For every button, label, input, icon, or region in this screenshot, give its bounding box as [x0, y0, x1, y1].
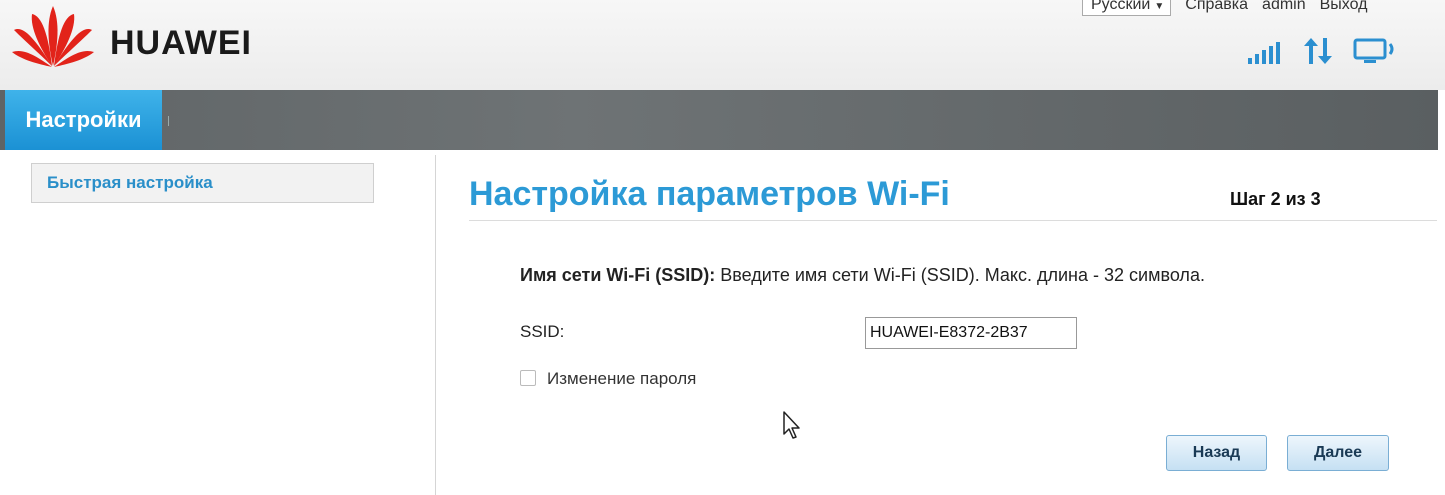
top-links: Русский ▼ Справка admin Выход — [1082, 0, 1368, 16]
title-divider — [469, 220, 1437, 221]
back-button[interactable]: Назад — [1166, 435, 1267, 471]
signal-strength-icon — [1248, 42, 1280, 64]
next-button[interactable]: Далее — [1287, 435, 1389, 471]
change-password-label[interactable]: Изменение пароля — [547, 369, 696, 389]
language-value: Русский — [1091, 0, 1151, 13]
brand-name: HUAWEI — [110, 24, 252, 62]
ssid-description-text: Введите имя сети Wi-Fi (SSID). Макс. дли… — [715, 265, 1205, 285]
ssid-label: SSID: — [520, 322, 565, 341]
mouse-cursor-icon — [783, 411, 800, 439]
logout-link[interactable]: Выход — [1320, 0, 1368, 14]
nav-separator — [168, 116, 169, 126]
ssid-description: Имя сети Wi-Fi (SSID): Введите имя сети … — [520, 265, 1205, 286]
tab-settings[interactable]: Настройки — [5, 90, 162, 150]
user-name: admin — [1262, 0, 1306, 13]
huawei-logo — [12, 4, 98, 75]
help-link[interactable]: Справка — [1185, 0, 1248, 14]
monitor-connection-icon — [1353, 38, 1394, 63]
chevron-down-icon: ▼ — [1154, 1, 1165, 12]
step-indicator: Шаг 2 из 3 — [1230, 189, 1321, 209]
header: HUAWEI Русский ▼ Справка admin Выход — [0, 0, 1445, 90]
status-icons — [1246, 36, 1398, 66]
ssid-input[interactable] — [865, 317, 1077, 349]
change-password-checkbox[interactable] — [520, 370, 536, 386]
sidebar-divider — [435, 155, 436, 495]
data-transfer-icon — [1304, 38, 1332, 64]
main-nav: Настройки — [0, 90, 1438, 150]
page-title: Настройка параметров Wi-Fi — [469, 175, 950, 213]
language-select[interactable]: Русский ▼ — [1082, 0, 1172, 16]
ssid-description-label: Имя сети Wi-Fi (SSID): — [520, 265, 716, 285]
sidebar-item-quick-setup[interactable]: Быстрая настройка — [31, 163, 374, 203]
